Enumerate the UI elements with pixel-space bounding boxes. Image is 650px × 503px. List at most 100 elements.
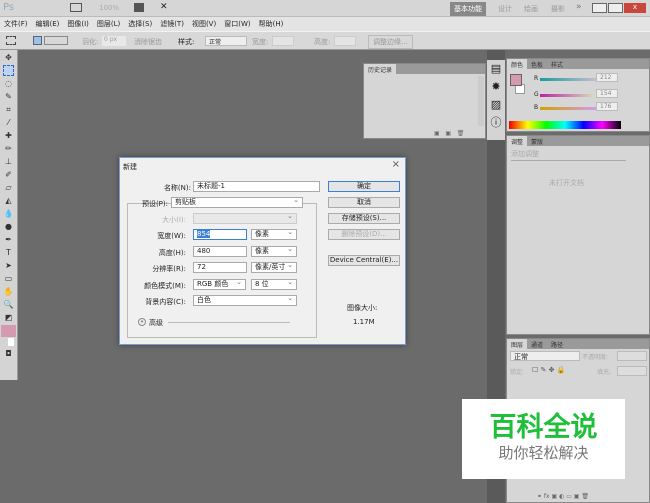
stamp-tool-icon[interactable]: ⊥ [3,156,14,167]
pen-tool-icon[interactable]: ✒ [3,234,14,245]
antialias-checkbox[interactable]: 消除锯齿 [134,37,162,47]
extras-icon[interactable]: ✕ [160,2,168,12]
history-scrollbar[interactable] [478,76,484,126]
close-button[interactable]: x [624,3,646,13]
background-select[interactable]: 白色 [193,294,297,306]
zoom-tool-icon[interactable]: 🔍 [3,299,14,310]
height-unit-select[interactable]: 像素 [251,245,297,257]
workspace-essentials[interactable]: 基本功能 [450,2,486,16]
swatches-tab[interactable]: 色板 [527,59,547,70]
maximize-button[interactable] [608,3,623,13]
lasso-tool-icon[interactable]: ◌ [3,78,14,89]
more-workspaces[interactable]: » [576,2,582,12]
bit-depth-select[interactable]: 8 位 [251,278,297,290]
foreground-swatch[interactable] [510,74,522,86]
height-input[interactable] [334,36,356,46]
eraser-icon[interactable]: ▱ [3,182,14,193]
close-icon[interactable]: × [392,159,400,170]
resolution-unit-select[interactable]: 像素/英寸 [251,261,297,273]
menu-layer[interactable]: 图层(L) [93,17,124,31]
history-footer-icons[interactable]: ▣ ▣ 🗑 [434,130,464,137]
move-tool-icon[interactable]: ✥ [3,52,14,63]
adjustments-tab[interactable]: 调整 [507,136,528,147]
history-brush-icon[interactable]: ✐ [3,169,14,180]
r-slider[interactable] [540,78,600,81]
selection-mode-icons[interactable] [44,36,68,45]
new-selection-icon[interactable] [33,36,42,45]
menu-select[interactable]: 选择(S) [124,17,156,31]
device-central-button[interactable]: Device Central(E)... [328,255,400,266]
advanced-toggle-icon[interactable]: » [138,318,146,326]
resolution-input[interactable]: 72 [193,262,247,273]
history-tab[interactable]: 历史记录 [364,64,397,75]
paint-bucket-icon[interactable]: ◭ [3,195,14,206]
height-input[interactable]: 480 [193,246,247,257]
blur-tool-icon[interactable]: 💧 [3,208,14,219]
color-mode-select[interactable]: RGB 颜色 [193,278,246,290]
advanced-label[interactable]: 高级 [149,318,163,328]
b-slider[interactable] [540,107,600,110]
type-tool-icon[interactable]: T [3,247,14,258]
b-value[interactable]: 176 [596,102,618,111]
color-tab[interactable]: 颜色 [507,59,528,70]
fill-input[interactable] [617,366,647,376]
ok-button[interactable]: 确定 [328,181,400,192]
dodge-tool-icon[interactable]: ● [3,221,14,232]
width-input[interactable] [272,36,294,46]
menu-filter[interactable]: 滤镜(T) [156,17,188,31]
width-unit-select[interactable]: 像素 [251,228,297,240]
channels-tab[interactable]: 通道 [527,339,547,350]
name-input[interactable]: 未标题-1 [193,181,320,192]
g-value[interactable]: 154 [596,89,618,98]
save-preset-button[interactable]: 存储预设(S)... [328,213,400,224]
g-slider[interactable] [540,94,600,97]
menu-window[interactable]: 窗口(W) [220,17,254,31]
preset-select[interactable]: 剪贴板 [171,196,303,208]
hand-tool-icon[interactable]: ✋ [3,286,14,297]
layers-footer-icons[interactable]: ⚭ fx ▣ ◐ ▭ ▣ 🗑 [537,493,589,500]
shape-tool-icon[interactable]: ▭ [3,273,14,284]
paths-tab[interactable]: 路径 [547,339,567,350]
color-spectrum[interactable] [509,121,621,129]
layers-tab[interactable]: 图层 [507,339,528,350]
lock-icons[interactable]: ☐ ✎ ✥ 🔒 [532,366,565,374]
crop-tool-icon[interactable]: ⌗ [3,104,14,115]
eyedropper-icon[interactable]: ⁄ [3,117,14,128]
info-panel-icon[interactable]: ⓘ [487,114,505,132]
blend-mode-select[interactable]: 正常 [510,351,580,361]
healing-brush-icon[interactable]: ✚ [3,130,14,141]
foreground-color-swatch[interactable] [1,325,16,337]
path-select-icon[interactable]: ➤ [3,260,14,271]
menu-edit[interactable]: 编辑(E) [32,17,64,31]
default-colors-icon[interactable]: ◩ [3,312,14,323]
background-color-swatch[interactable] [8,338,14,346]
navigator-panel-icon[interactable]: ▨ [487,96,505,114]
masks-tab[interactable]: 蒙版 [527,136,547,147]
menu-view[interactable]: 视图(V) [188,17,220,31]
menu-help[interactable]: 帮助(H) [255,17,288,31]
styles-tab[interactable]: 样式 [547,59,567,70]
arrange-icon[interactable] [134,3,144,12]
workspace-design[interactable]: 设计 [498,4,512,14]
quick-select-icon[interactable]: ✎ [3,91,14,102]
r-value[interactable]: 212 [596,73,618,82]
feather-input[interactable]: 0 px [102,36,126,46]
width-input[interactable]: 854 [197,230,211,238]
marquee-preset-icon[interactable] [6,36,16,45]
screen-mode-icon[interactable] [70,3,82,12]
zoom-level[interactable]: 100% [99,4,119,12]
history-panel-icon[interactable]: ▤ [487,60,505,78]
cancel-button[interactable]: 取消 [328,197,400,208]
style-select[interactable]: 正常 [205,36,247,46]
minimize-button[interactable] [592,3,607,13]
opacity-input[interactable] [617,351,647,361]
menu-image[interactable]: 图像(I) [63,17,93,31]
actions-panel-icon[interactable]: ✸ [487,78,505,96]
brush-tool-icon[interactable]: ✏ [3,143,14,154]
marquee-tool-icon[interactable] [3,65,14,76]
refine-edge-button[interactable]: 调整边缘... [368,35,413,49]
quick-mask-icon[interactable]: ◘ [3,348,14,359]
workspace-photography[interactable]: 摄影 [551,4,565,14]
menu-file[interactable]: 文件(F) [0,17,32,31]
workspace-painting[interactable]: 绘画 [524,4,538,14]
